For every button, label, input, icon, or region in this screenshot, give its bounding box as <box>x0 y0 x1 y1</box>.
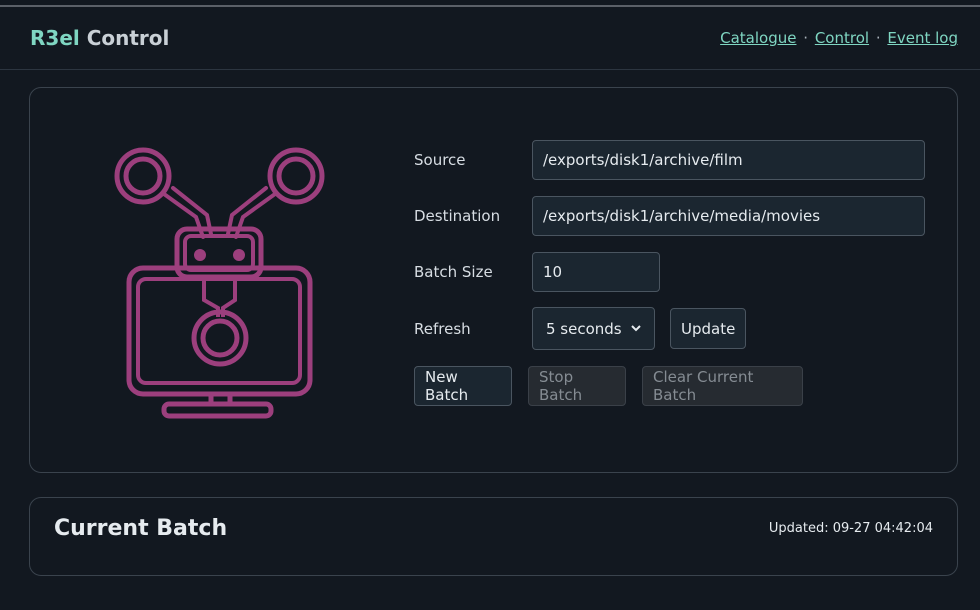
nav-link-event-log[interactable]: Event log <box>887 29 958 47</box>
brand-name: R3el <box>30 26 80 50</box>
destination-input[interactable] <box>532 196 925 236</box>
current-batch-panel: Current Batch Updated: 09-27 04:42:04 <box>29 497 958 576</box>
nav-link-control[interactable]: Control <box>815 29 869 47</box>
control-panel: Source Destination Batch Size Refresh 5 … <box>29 87 958 473</box>
brand-subtitle: Control <box>79 26 170 50</box>
brand-title[interactable]: R3el Control <box>30 26 169 50</box>
main-nav: Catalogue · Control · Event log <box>720 29 958 47</box>
batch-actions: New Batch Stop Batch Clear Current Batch <box>414 366 803 406</box>
destination-label: Destination <box>414 207 501 225</box>
stop-batch-button[interactable]: Stop Batch <box>528 366 626 406</box>
destination-row: Destination <box>414 196 925 236</box>
update-button[interactable]: Update <box>670 308 747 349</box>
refresh-select-value: 5 seconds <box>546 319 622 338</box>
nav-separator: · <box>875 29 881 47</box>
current-batch-title: Current Batch <box>54 516 228 541</box>
refresh-label: Refresh <box>414 319 471 338</box>
clear-current-batch-button[interactable]: Clear Current Batch <box>642 366 803 406</box>
batch-size-label: Batch Size <box>414 263 493 281</box>
batch-size-row: Batch Size <box>414 252 660 292</box>
batch-size-input[interactable] <box>532 252 660 292</box>
top-bar: R3el Control Catalogue · Control · Event… <box>0 7 980 70</box>
source-label: Source <box>414 151 466 169</box>
refresh-row: Refresh 5 seconds Update <box>414 307 747 350</box>
refresh-select[interactable]: 5 seconds <box>532 307 655 350</box>
new-batch-button[interactable]: New Batch <box>414 366 512 406</box>
source-input[interactable] <box>532 140 925 180</box>
chevron-down-icon <box>631 325 641 332</box>
nav-separator: · <box>803 29 809 47</box>
source-row: Source <box>414 140 925 180</box>
updated-timestamp: Updated: 09-27 04:42:04 <box>768 521 933 536</box>
robot-projector-icon <box>114 147 325 419</box>
window-top-border <box>0 0 980 7</box>
nav-link-catalogue[interactable]: Catalogue <box>720 29 796 47</box>
